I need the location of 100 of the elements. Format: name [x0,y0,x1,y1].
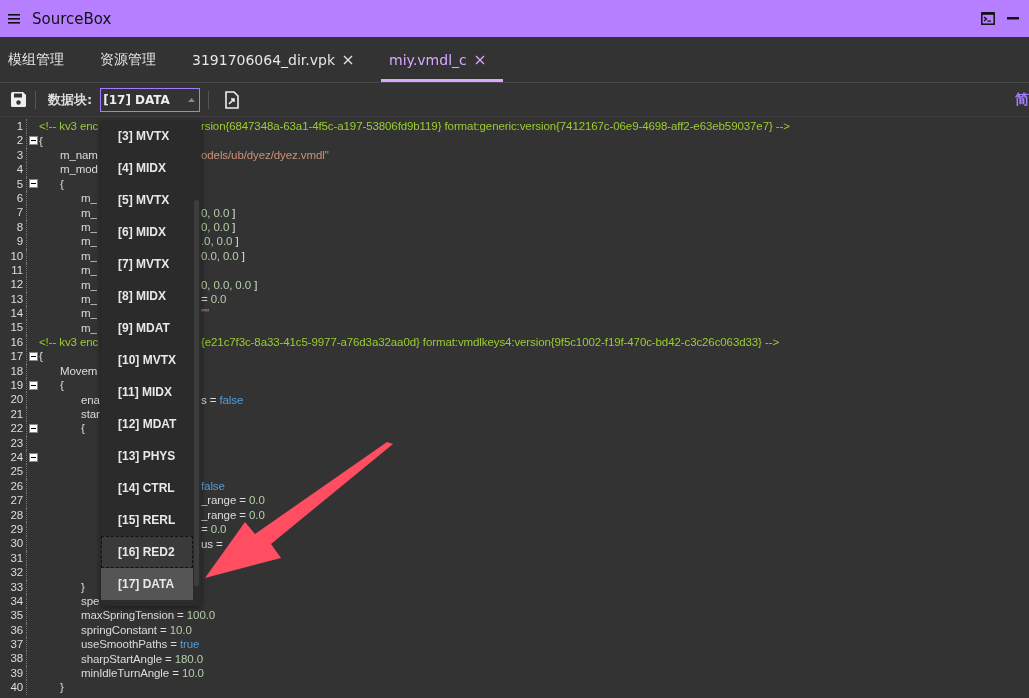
code-text: minIdleTurnAngle = 10.0 [81,667,204,680]
code-text: = 0.0 [201,523,227,536]
code-text: m_ [81,307,97,320]
tab[interactable]: 资源管理 [92,37,174,82]
line-number: 25 [0,464,27,479]
line-number: 7 [0,205,27,220]
collapse-icon[interactable] [29,351,38,361]
code-text: 0.0, 0.0 ] [201,249,245,262]
block-select[interactable]: [17] DATA [100,87,201,112]
line-number: 2 [0,133,27,148]
code-text: 0, 0.0 ] [201,206,236,219]
line-number: 24 [0,450,27,465]
code-text: useSmoothPaths = true [81,638,200,651]
collapse-icon[interactable] [29,423,38,433]
line-number: 31 [0,550,27,566]
caret-icon [188,97,196,102]
line-number: 10 [0,248,27,263]
menu-icon[interactable] [8,13,20,24]
line-number: 35 [0,608,27,623]
line-number: 28 [0,507,27,522]
line-number: 26 [0,478,27,494]
line-number: 8 [0,219,27,235]
line-number: 33 [0,579,27,594]
code-text: m_ [81,292,97,305]
tab[interactable]: miy.vmdl_c [381,37,503,82]
dropdown-item[interactable]: [3] MVTX [101,120,193,152]
code-text: m_ [81,206,97,219]
code-text: m_ [81,220,97,233]
code-text: springConstant = 10.0 [81,623,192,636]
line-number: 5 [0,176,27,191]
tab[interactable]: 模组管理 [0,37,82,82]
line-number: 16 [0,334,27,350]
code-text: m_ [81,235,97,248]
scrollbar[interactable] [194,200,199,586]
code-text: { [81,422,85,435]
line-number: 21 [0,406,27,422]
line-number: 32 [0,565,27,580]
code-text: 0, 0.0, 0.0 ] [201,278,258,291]
code-text: .0, 0.0 ] [201,235,239,248]
code-text: m_mod [60,163,98,176]
code-text: { [39,134,43,147]
dropdown-item[interactable]: [17] DATA [101,568,193,600]
code-text: 0, 0.0 ] [201,220,236,233]
code-text: sharpStartAngle = 180.0 [81,652,204,665]
block-label: 数据块: [48,90,93,109]
code-text: { [39,350,43,363]
code-text: _range = 0.0 [201,508,265,521]
code-text: m_ [81,264,97,277]
line-number: 4 [0,162,27,177]
collapse-icon[interactable] [29,452,38,462]
code-text: } [60,681,64,694]
collapse-icon[interactable] [29,380,38,390]
line-number: 13 [0,291,27,307]
code-text: odels/ub/dyez/dyez.vmdl" [201,149,329,161]
code-text: <!-- kv3 enc [39,120,99,133]
line-number: 20 [0,392,27,407]
terminal-icon[interactable] [981,12,995,25]
line-number: 6 [0,190,27,206]
code-text: ena [81,393,100,406]
code-text: m_ [81,192,97,205]
line-number: 12 [0,277,27,292]
code-text: <!-- kv3 enc [39,336,99,349]
line-number: 29 [0,521,27,537]
code-text: { [60,177,64,190]
dropdown-item[interactable]: [16] RED2 [101,536,193,568]
line-number: 19 [0,378,27,393]
code-text: { [60,379,64,392]
collapse-icon[interactable] [29,179,38,189]
collapse-icon[interactable] [29,136,38,146]
code-text: spe [81,595,100,608]
line-number: 36 [0,622,27,638]
minimize-icon[interactable] [1007,17,1019,20]
line-number: 30 [0,536,27,551]
line-number: 27 [0,493,27,508]
code-text: star [81,408,100,420]
code-text: m_ [81,321,97,334]
code-text: } [81,580,85,593]
code-text: s = false [201,393,244,406]
code-text: m_ [81,278,97,291]
tab[interactable]: 3191706064_dir.vpk [184,37,372,82]
export-file-icon[interactable] [225,90,240,109]
line-number: 40 [0,680,27,695]
code-text: us = [201,537,223,550]
line-number: 11 [0,262,27,278]
code-text: m_ [81,249,97,262]
line-number: 15 [0,320,27,335]
code-text: {e21c7f3c-8a33-41c5-9977-a76d3a32aa0d} format:vmdlkeys4:version{9f5c1002-f19f-470c-bd42-c3c26c063d33} --> [201,336,779,349]
code-text: _range = 0.0 [201,494,265,507]
line-number: 3 [0,147,27,163]
line-number: 18 [0,363,27,379]
line-number: 22 [0,421,27,436]
window-title: SourceBox [32,9,113,28]
close-icon[interactable] [474,54,485,65]
line-number: 9 [0,234,27,249]
code-text: Movem [60,364,98,377]
save-icon[interactable] [10,91,27,108]
line-number: 23 [0,435,27,450]
mode-label[interactable]: 简 [1015,90,1029,109]
line-number: 34 [0,593,27,609]
code-text: false [201,479,225,492]
